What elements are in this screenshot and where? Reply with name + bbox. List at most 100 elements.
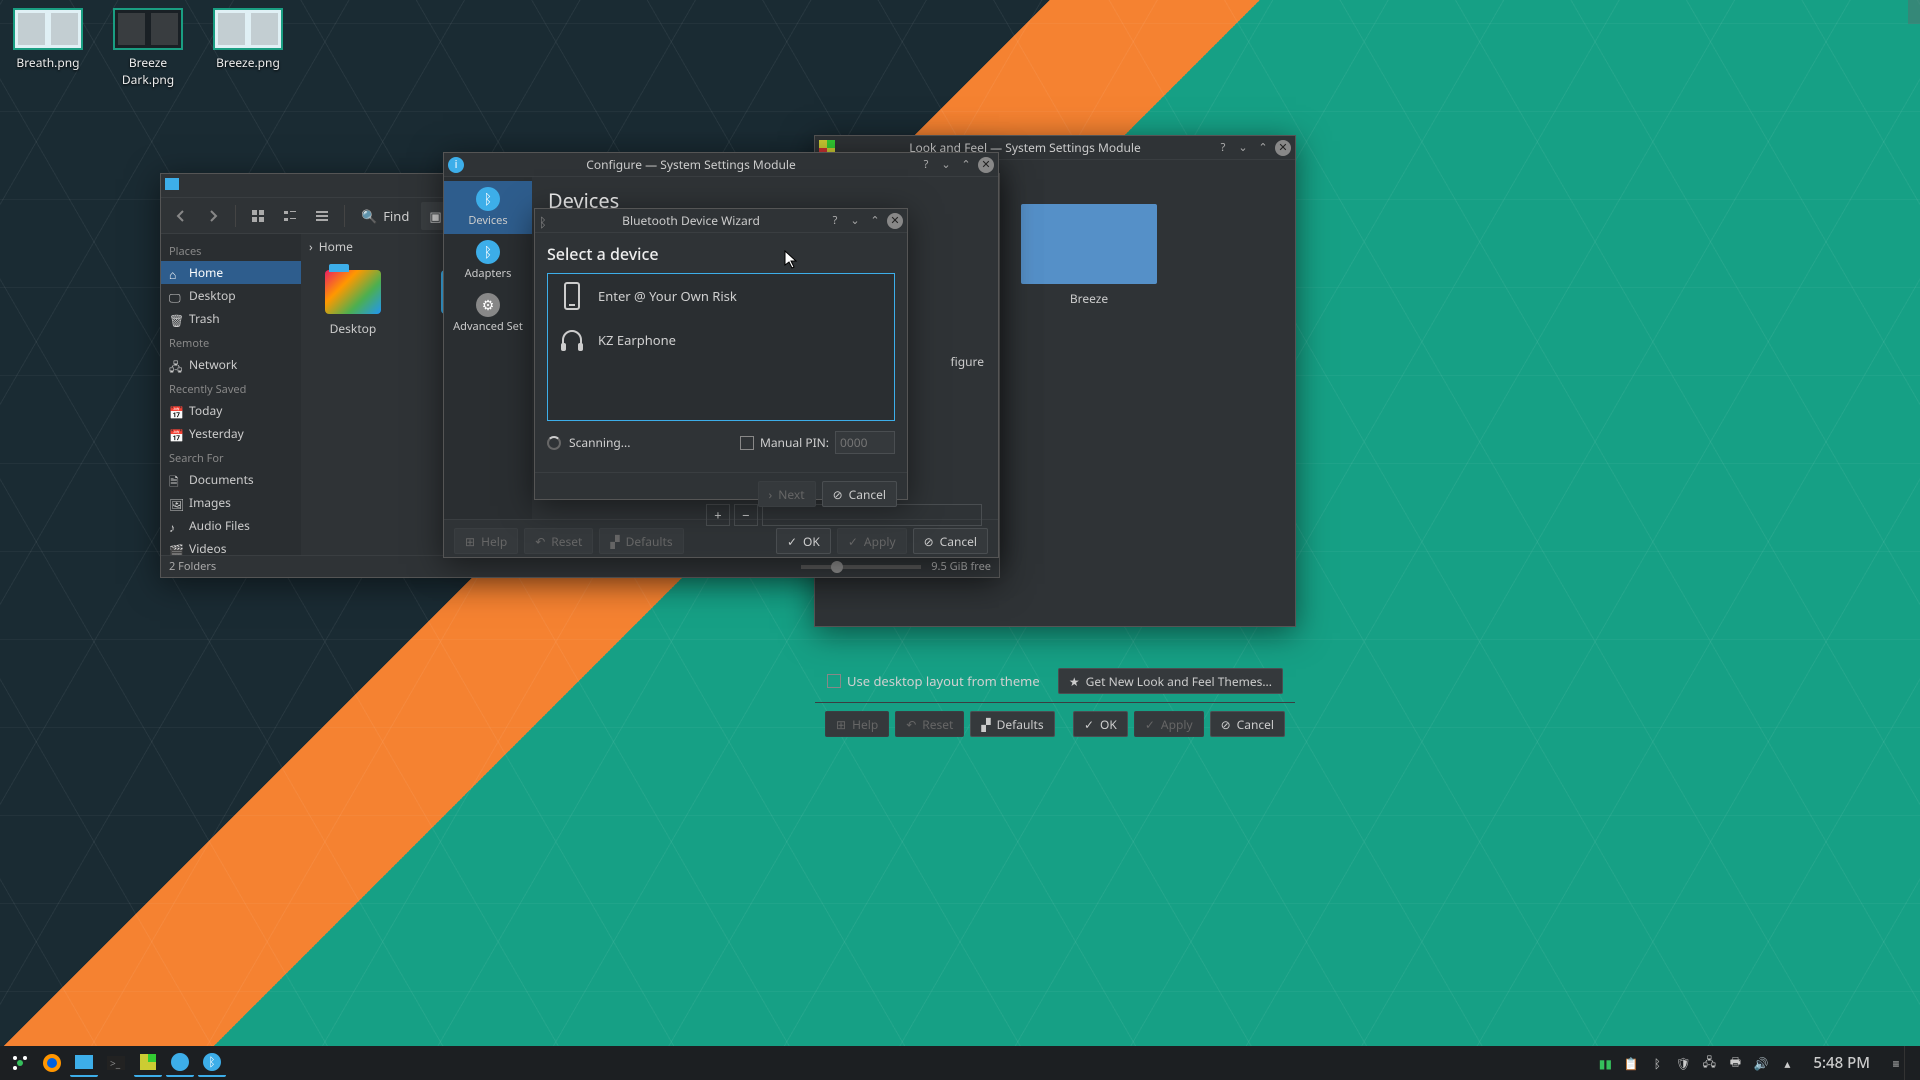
sidebar-item-videos[interactable]: 🎬Videos (161, 537, 301, 555)
apply-button[interactable]: ✓Apply (837, 528, 907, 554)
titlebar[interactable]: ᛒ Bluetooth Device Wizard ? ⌄ ⌃ ✕ (535, 209, 907, 233)
defaults-button[interactable]: ▞Defaults (599, 528, 683, 554)
desktop-icon-breeze[interactable]: Breeze.png (208, 8, 288, 88)
sidebar-item-home[interactable]: ⌂Home (161, 261, 301, 284)
ok-button[interactable]: ✓OK (776, 528, 831, 554)
tray-manjaro-icon[interactable]: ▮▮ (1597, 1055, 1613, 1071)
pin-input[interactable] (835, 431, 895, 454)
close-icon[interactable]: ✕ (1275, 140, 1291, 156)
sidebar-header-search: Search For (161, 445, 301, 468)
help-icon[interactable]: ? (1215, 140, 1231, 156)
options-row: Use desktop layout from theme ★ Get New … (815, 660, 1295, 702)
taskbar-dolphin[interactable] (70, 1049, 98, 1077)
help-button[interactable]: ⊞Help (825, 711, 889, 737)
minimize-icon[interactable]: ⌄ (1235, 140, 1251, 156)
tray-network-icon[interactable]: 🖧 (1701, 1055, 1717, 1071)
tray-volume-icon[interactable]: 🔊 (1753, 1055, 1769, 1071)
cat-devices[interactable]: ᛒDevices (444, 181, 532, 234)
cancel-button[interactable]: ⊘Cancel (822, 481, 897, 507)
taskbar-firefox[interactable] (38, 1049, 66, 1077)
reset-button[interactable]: ↶Reset (895, 711, 964, 737)
next-button[interactable]: ›Next (758, 481, 816, 507)
sidebar-header-places: Places (161, 238, 301, 261)
tray-bluetooth-icon[interactable]: ᛒ (1649, 1055, 1665, 1071)
sidebar-item-yesterday[interactable]: 📅Yesterday (161, 422, 301, 445)
partial-text: figure (950, 353, 984, 370)
folder-desktop[interactable]: Desktop (313, 270, 393, 337)
desktop-icon-breeze-dark[interactable]: Breeze Dark.png (108, 8, 188, 88)
minimize-icon[interactable]: ⌄ (847, 213, 863, 229)
minimize-icon[interactable]: ⌄ (938, 157, 954, 173)
help-icon[interactable]: ? (918, 157, 934, 173)
find-button[interactable]: 🔍Find (353, 202, 417, 230)
tray-printer-icon[interactable]: 🖶 (1727, 1055, 1743, 1071)
close-icon[interactable]: ✕ (887, 213, 903, 229)
calendar-icon: 📅 (169, 427, 183, 441)
back-button[interactable] (167, 202, 195, 230)
cat-adapters[interactable]: ᛒAdapters (444, 234, 532, 287)
defaults-button[interactable]: ▞Defaults (970, 711, 1054, 737)
cat-advanced[interactable]: ⚙Advanced Set (444, 287, 532, 340)
device-list[interactable]: Enter @ Your Own Risk KZ Earphone (547, 273, 895, 421)
device-item-phone[interactable]: Enter @ Your Own Risk (548, 274, 894, 318)
get-new-themes-button[interactable]: ★ Get New Look and Feel Themes... (1058, 668, 1283, 694)
tray-shield-icon[interactable]: 🛡 (1675, 1055, 1691, 1071)
forward-button[interactable] (199, 202, 227, 230)
sidebar-item-today[interactable]: 📅Today (161, 399, 301, 422)
sidebar-item-images[interactable]: 🖼Images (161, 491, 301, 514)
show-desktop-button[interactable] (1904, 1046, 1914, 1080)
taskbar-bluetooth[interactable]: ᛒ (198, 1049, 226, 1077)
desktop-icon-breath[interactable]: Breath.png (8, 8, 88, 88)
help-icon[interactable]: ? (827, 213, 843, 229)
theme-label: Breeze (1070, 290, 1108, 307)
checkbox-label: Use desktop layout from theme (847, 672, 1040, 690)
cancel-button[interactable]: ⊘Cancel (1210, 711, 1285, 737)
sidebar-item-documents[interactable]: 🗎Documents (161, 468, 301, 491)
sidebar-header-remote: Remote (161, 330, 301, 353)
view-compact-button[interactable] (276, 202, 304, 230)
help-button[interactable]: ⊞Help (454, 528, 518, 554)
folder-icon (165, 178, 181, 194)
titlebar[interactable]: i Configure — System Settings Module ? ⌄… (444, 153, 998, 177)
sidebar-header-recent: Recently Saved (161, 376, 301, 399)
cancel-icon: ⊘ (1221, 716, 1231, 733)
zoom-slider[interactable] (801, 565, 921, 569)
breadcrumb-item[interactable]: Home (319, 238, 353, 255)
sidebar-item-desktop[interactable]: 🖵Desktop (161, 284, 301, 307)
cancel-button[interactable]: ⊘Cancel (913, 528, 988, 554)
sidebar-item-audio[interactable]: ♪Audio Files (161, 514, 301, 537)
check-icon: ✓ (1145, 716, 1155, 733)
tray-clipboard-icon[interactable]: 📋 (1623, 1055, 1639, 1071)
maximize-icon[interactable]: ⌃ (1255, 140, 1271, 156)
close-icon[interactable]: ✕ (978, 157, 994, 173)
taskbar-settings[interactable] (134, 1049, 162, 1077)
view-details-button[interactable] (308, 202, 336, 230)
tray-menu-icon[interactable]: ≡ (1888, 1055, 1904, 1071)
sidebar-item-network[interactable]: 🖧Network (161, 353, 301, 376)
sidebar-item-trash[interactable]: 🗑Trash (161, 307, 301, 330)
apply-button[interactable]: ✓Apply (1134, 711, 1204, 737)
calendar-icon: 📅 (169, 404, 183, 418)
view-icons-button[interactable] (244, 202, 272, 230)
reset-button[interactable]: ↶Reset (524, 528, 593, 554)
tray-expand-icon[interactable]: ▴ (1779, 1055, 1795, 1071)
start-menu-button[interactable] (6, 1049, 34, 1077)
maximize-icon[interactable]: ⌃ (958, 157, 974, 173)
bluetooth-icon: ᛒ (476, 187, 500, 211)
check-icon: ✓ (787, 533, 797, 550)
video-icon: 🎬 (169, 542, 183, 556)
right-edge-handle[interactable] (1908, 0, 1920, 24)
taskbar: >_ ᛒ ▮▮ 📋 ᛒ 🛡 🖧 🖶 🔊 ▴ 5:48 PM ≡ (0, 1046, 1920, 1080)
ok-button[interactable]: ✓OK (1073, 711, 1128, 737)
manual-pin-checkbox[interactable]: Manual PIN: (740, 434, 829, 451)
use-layout-checkbox[interactable]: Use desktop layout from theme (827, 672, 1040, 690)
clock[interactable]: 5:48 PM (1813, 1053, 1870, 1073)
device-item-earphone[interactable]: KZ Earphone (548, 318, 894, 362)
cancel-icon: ⊘ (833, 486, 843, 503)
taskbar-terminal[interactable]: >_ (102, 1049, 130, 1077)
chevron-right-icon: › (769, 486, 773, 503)
theme-breeze[interactable]: Breeze (1021, 204, 1157, 307)
network-icon: 🖧 (169, 358, 183, 372)
taskbar-info[interactable] (166, 1049, 194, 1077)
maximize-icon[interactable]: ⌃ (867, 213, 883, 229)
